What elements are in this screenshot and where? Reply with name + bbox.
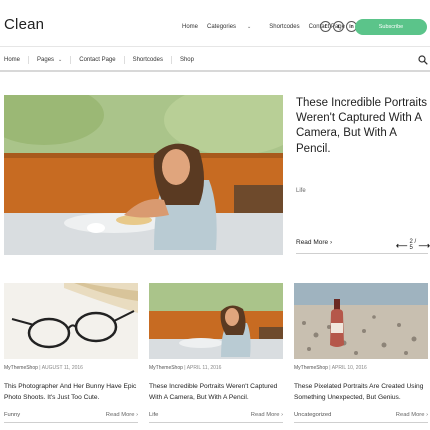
post-card: MyThemeShop | AUGUST 11, 2016 This Photo… [4,283,138,423]
hero-read-more[interactable]: Read More › [296,239,332,246]
post-meta: MyThemeShop | AUGUST 11, 2016 [4,365,83,371]
divider [149,422,283,423]
post-author[interactable]: MyThemeShop [149,365,183,371]
post-image[interactable] [149,283,283,359]
post-read-more[interactable]: Read More › [396,412,428,418]
slider-pager: ⟵ 2 / 5 ⟶ [396,239,430,251]
post-read-more[interactable]: Read More › [106,412,138,418]
twitter-icon[interactable]: t [333,21,344,32]
facebook-icon[interactable]: f [320,21,331,32]
divider [4,422,138,423]
post-author[interactable]: MyThemeShop [4,365,38,371]
topnav-item-categories[interactable]: Categories ⌄ [207,24,260,30]
nav-item-shop[interactable]: Shop [180,56,202,64]
post-title[interactable]: This Photographer And Her Bunny Have Epi… [4,381,138,415]
divider [296,253,428,254]
post-title[interactable]: These Incredible Portraits Weren't Captu… [149,381,283,415]
post-image[interactable] [294,283,428,359]
post-read-more[interactable]: Read More › [251,412,283,418]
nav-item-shortcodes[interactable]: Shortcodes [133,56,172,64]
subscribe-button[interactable]: Subscribe [355,19,427,35]
post-card: MyThemeShop | APRIL 10, 2016 These Pixel… [294,283,428,423]
post-category[interactable]: Funny [4,412,20,418]
arrow-right-icon[interactable]: ⟶ [419,241,430,250]
hero-category[interactable]: Life [296,188,306,194]
post-date: APRIL 10, 2016 [331,365,367,371]
post-meta: MyThemeShop | APRIL 10, 2016 [294,365,367,371]
topnav-item-shortcodes[interactable]: Shortcodes [269,24,299,30]
site-logo[interactable]: Clean [4,16,44,33]
topnav-item-label: Categories [207,24,237,30]
post-footer: Funny Read More › [4,412,138,423]
nav-item-contact[interactable]: Contact Page [79,56,125,64]
hero-image[interactable] [4,95,283,255]
divider [294,422,428,423]
hero-title[interactable]: These Incredible Portraits Weren't Captu… [296,96,428,157]
post-card: MyThemeShop | APRIL 11, 2016 These Incre… [149,283,283,423]
post-image[interactable] [4,283,138,359]
main-nav: Home Pages ⌄ Contact Page Shortcodes Shop [0,46,430,72]
topnav-item-home[interactable]: Home [182,24,198,30]
post-footer: Life Read More › [149,412,283,423]
post-author[interactable]: MyThemeShop [294,365,328,371]
chevron-down-icon: ⌄ [247,24,252,30]
post-footer: Uncategorized Read More › [294,412,428,423]
post-meta: MyThemeShop | APRIL 11, 2016 [149,365,222,371]
nav-item-pages[interactable]: Pages ⌄ [37,56,72,64]
nav-item-home[interactable]: Home [4,56,30,64]
post-category[interactable]: Uncategorized [294,412,331,418]
post-date: AUGUST 11, 2016 [41,365,83,371]
nav-item-label: Pages [37,57,55,63]
post-title[interactable]: These Pixelated Portraits Are Created Us… [294,381,428,415]
arrow-left-icon[interactable]: ⟵ [396,241,407,250]
post-category[interactable]: Life [149,412,158,418]
chevron-down-icon: ⌄ [58,57,63,63]
search-icon[interactable] [418,55,428,65]
top-header: Clean Home Categories ⌄ Shortcodes Contac… [0,0,430,46]
slider-counter: 2 / 5 [409,239,417,251]
post-date: APRIL 11, 2016 [186,365,222,371]
